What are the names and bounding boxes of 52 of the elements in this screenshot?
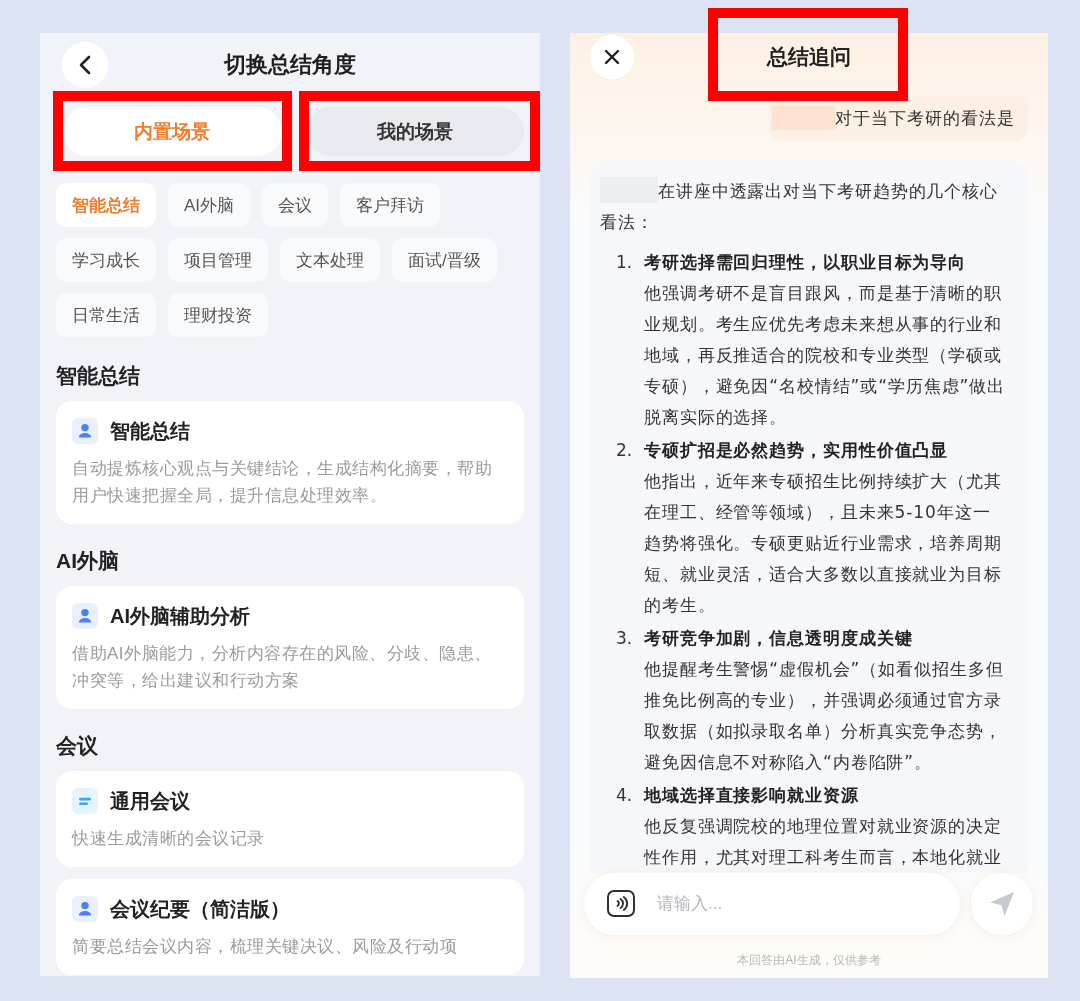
answer-intro: 在讲座中透露出对当下考研趋势的几个核心看法： [600,180,1000,234]
list-number: 1. [616,251,634,274]
paper-plane-icon [989,891,1015,917]
point-title: 考研选择需回归理性，以职业目标为导向 [644,251,968,274]
section-heading: 会议 [56,733,98,759]
voice-input-icon[interactable] [607,890,635,917]
point-body: 他强调考研不是盲目跟风，而是基于清晰的职业规划。考生应优先考虑未来想从事的行业和地域，再反推适合的院校和专业类型（学硕或专硕），避免因“名校情结”或“学历焦虑”做出脱离实际的选择。 [644,282,1007,429]
category-chip[interactable]: 文本处理 [280,238,380,282]
message-input[interactable]: 请输入... [584,873,960,935]
point-title: 考研竞争加剧，信息透明度成关键 [644,627,914,650]
card-title: 会议纪要（简洁版） [110,897,290,922]
point-title: 地域选择直接影响就业资源 [644,784,860,807]
list-number: 4. [616,784,634,807]
person-icon [72,896,98,922]
disclaimer-text: 本回答由AI生成，仅供参考 [737,953,881,967]
back-button[interactable] [62,42,108,88]
text-lines-icon [72,788,98,814]
close-icon [604,49,620,65]
category-chip[interactable]: 理财投资 [168,293,268,337]
category-chip[interactable]: 项目管理 [168,238,268,282]
scenario-card[interactable]: AI外脑辅助分析 借助AI外脑能力，分析内容存在的风险、分歧、隐患、冲突等，给出建议和行动方案 [56,586,524,709]
message-text: 对于当下考研的看法是 [835,107,1015,130]
point-body: 他提醒考生警惕“虚假机会”（如看似招生多但推免比例高的专业），并强调必须通过官方录取数据（如拟录取名单）分析真实竞争态势，避免因信息不对称陷入“内卷陷阱”。 [644,658,1005,774]
list-number: 3. [616,627,634,650]
scenario-card[interactable]: 通用会议 快速生成清晰的会议记录 [56,771,524,867]
section-heading: AI外脑 [56,548,119,574]
category-chip[interactable]: 学习成长 [56,238,156,282]
scenario-card[interactable]: 会议纪要（简洁版） 简要总结会议内容，梳理关键决议、风险及行动项 [56,879,524,975]
card-description: 简要总结会议内容，梳理关键决议、风险及行动项 [72,936,458,958]
point-title: 专硕扩招是必然趋势，实用性价值凸显 [644,439,950,462]
list-number: 2. [616,439,634,462]
dialog-title: 总结追问 [767,44,851,70]
page-title: 切换总结角度 [224,51,356,79]
person-icon [72,603,98,629]
category-chip[interactable]: 会议 [262,183,329,227]
card-description: 自动提炼核心观点与关键结论，生成结构化摘要，帮助用户快速把握全局，提升信息处理效率。 [72,458,493,507]
category-chip[interactable]: 客户拜访 [340,183,441,227]
point-body: 他指出，近年来专硕招生比例持续扩大（尤其在理工、经管等领域），且未来5-10年这一趋势将强化。专硕更贴近行业需求，培养周期短、就业灵活，适合大多数以直接就业为目标的考生。 [644,470,1003,617]
card-title: 智能总结 [110,419,190,444]
card-description: 借助AI外脑能力，分析内容存在的风险、分歧、隐患、冲突等，给出建议和行动方案 [72,643,493,692]
point-body: 他反复强调院校的地理位置对就业资源的决定性作用，尤其对理工科考生而言，本地化就业 [644,815,1003,869]
category-chip[interactable]: 日常生活 [56,293,156,337]
section-heading: 智能总结 [56,363,140,389]
back-icon [79,55,91,75]
card-description: 快速生成清晰的会议记录 [72,828,266,850]
card-title: AI外脑辅助分析 [110,604,250,629]
close-button[interactable] [590,35,634,79]
category-chip[interactable]: 面试/晋级 [392,238,497,282]
category-chip[interactable]: AI外脑 [168,183,251,227]
card-title: 通用会议 [110,789,190,814]
scenario-card[interactable]: 智能总结 自动提炼核心观点与关键结论，生成结构化摘要，帮助用户快速把握全局，提升信息处理效率。 [56,401,524,524]
person-icon [72,418,98,444]
